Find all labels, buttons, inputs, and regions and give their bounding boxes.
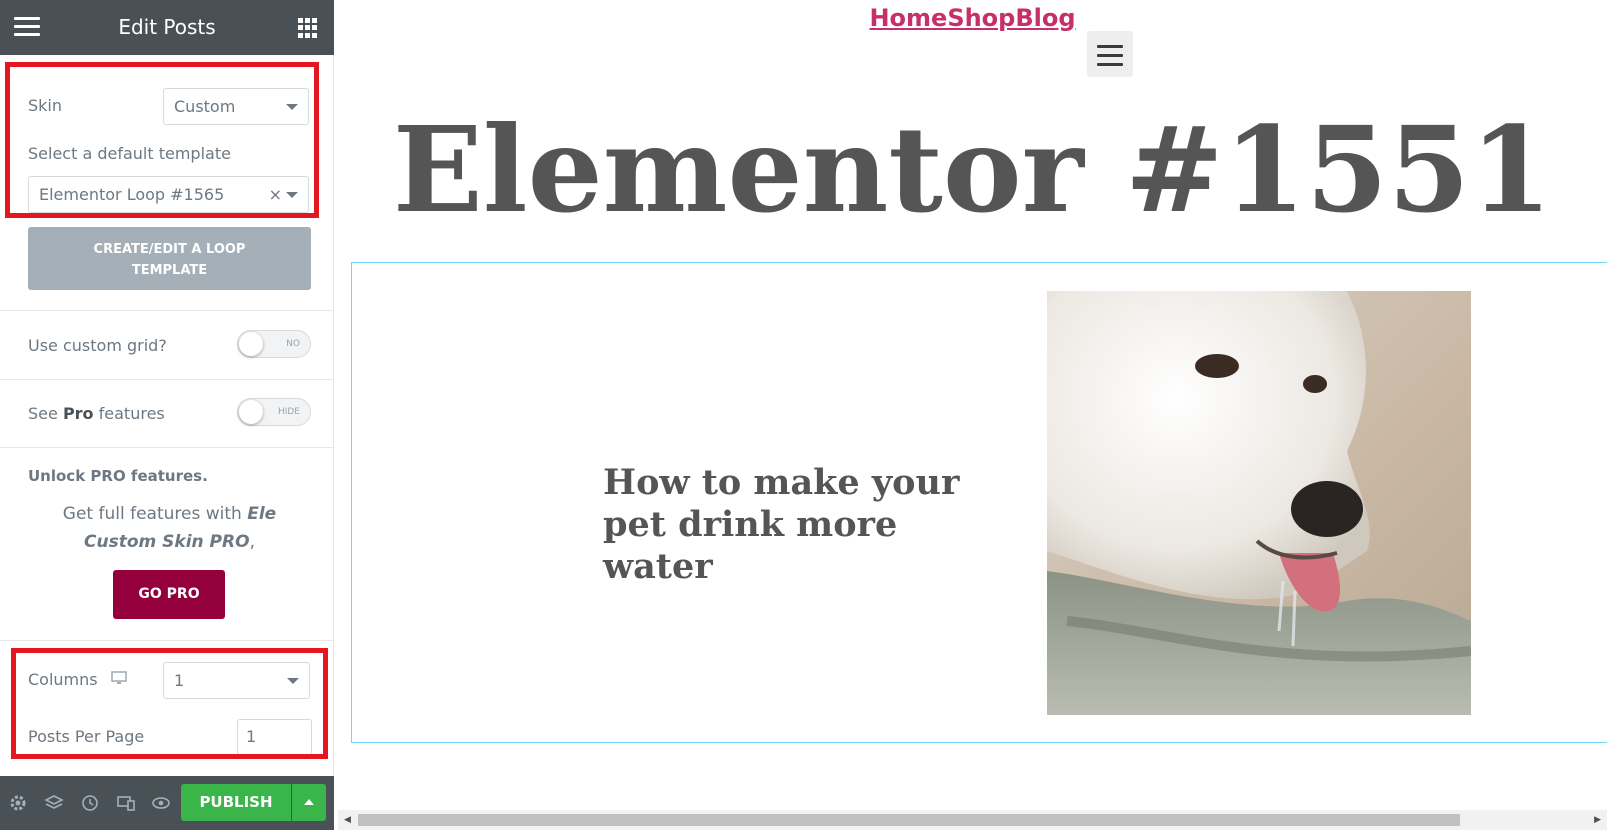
- posts-widget[interactable]: How to make your pet drink more water: [351, 262, 1607, 743]
- editor-panel: Edit Posts Skin Custom Select a default …: [0, 0, 334, 830]
- unlock-text-pre: Get full features with: [62, 504, 242, 524]
- chevron-down-icon: [287, 678, 299, 684]
- settings-icon[interactable]: [8, 793, 28, 813]
- publish-options-button[interactable]: [292, 784, 326, 821]
- unlock-text-post: ,: [249, 532, 255, 552]
- chevron-down-icon: [286, 192, 298, 198]
- custom-grid-toggle[interactable]: NO: [237, 330, 311, 358]
- desktop-monitor-icon[interactable]: [111, 671, 127, 685]
- pro-features-toggle[interactable]: HIDE: [237, 398, 311, 426]
- layers-icon[interactable]: [44, 793, 64, 813]
- pro-features-label: See Pro features: [28, 404, 165, 423]
- page-title: Elementor #1551: [392, 100, 1553, 239]
- toggle-state-text: NO: [286, 339, 300, 349]
- divider: [0, 379, 334, 380]
- toggle-knob: [239, 400, 263, 424]
- skin-select[interactable]: Custom: [163, 88, 309, 125]
- panel-header: Edit Posts: [0, 0, 334, 55]
- skin-select-value: Custom: [174, 97, 236, 116]
- divider: [0, 310, 334, 311]
- template-select-value: Elementor Loop #1565: [39, 185, 225, 204]
- widgets-grid-icon[interactable]: [298, 18, 318, 38]
- panel-title: Edit Posts: [118, 15, 216, 39]
- post-title-link[interactable]: How to make your pet drink more water: [603, 462, 1003, 588]
- template-select[interactable]: Elementor Loop #1565 ×: [28, 176, 309, 213]
- unlock-pro-title: Unlock PRO features.: [28, 467, 208, 485]
- custom-grid-label: Use custom grid?: [28, 336, 167, 355]
- pro-features-label-bold: Pro: [62, 404, 94, 423]
- clear-icon[interactable]: ×: [269, 185, 282, 204]
- scroll-right-icon[interactable]: ▶: [1594, 815, 1601, 825]
- template-label: Select a default template: [28, 144, 231, 163]
- horizontal-scrollbar[interactable]: ◀ ▶: [338, 810, 1607, 830]
- responsive-icon[interactable]: [116, 793, 136, 813]
- page-preview: HomeShopBlog Elementor #1551 How to make…: [338, 0, 1607, 830]
- scrollbar-thumb[interactable]: [358, 814, 1460, 826]
- publish-button[interactable]: PUBLISH: [181, 784, 291, 821]
- menu-toggle-button[interactable]: [1087, 31, 1133, 77]
- loop-button-line1: CREATE/EDIT A LOOP: [93, 242, 246, 257]
- chevron-down-icon: [286, 104, 298, 110]
- dog-drinking-image: [1047, 291, 1471, 715]
- columns-label: Columns: [28, 670, 98, 689]
- pro-features-label-pre: See: [28, 404, 58, 423]
- posts-per-page-input[interactable]: 1: [237, 719, 312, 755]
- create-edit-loop-template-button[interactable]: CREATE/EDIT A LOOP TEMPLATE: [28, 227, 311, 290]
- scroll-left-icon[interactable]: ◀: [344, 815, 351, 825]
- toggle-knob: [239, 332, 263, 356]
- panel-footer: PUBLISH: [0, 776, 334, 830]
- columns-select-value: 1: [174, 671, 185, 690]
- post-featured-image[interactable]: [1047, 291, 1471, 715]
- toggle-state-text: HIDE: [277, 407, 300, 417]
- go-pro-button[interactable]: GO PRO: [113, 570, 225, 619]
- unlock-pro-text: Get full features with Ele Custom Skin P…: [28, 500, 311, 556]
- divider: [0, 640, 334, 641]
- columns-select[interactable]: 1: [163, 662, 310, 699]
- divider: [0, 447, 334, 448]
- loop-button-line2: TEMPLATE: [131, 263, 208, 278]
- skin-label: Skin: [28, 96, 63, 115]
- menu-hamburger-icon: [1087, 31, 1133, 66]
- chevron-up-icon: [304, 799, 314, 805]
- site-title-link[interactable]: HomeShopBlog: [338, 4, 1607, 32]
- preview-eye-icon[interactable]: [151, 793, 171, 813]
- history-icon[interactable]: [80, 793, 100, 813]
- pro-features-label-post: features: [98, 404, 165, 423]
- posts-per-page-label: Posts Per Page: [28, 727, 145, 746]
